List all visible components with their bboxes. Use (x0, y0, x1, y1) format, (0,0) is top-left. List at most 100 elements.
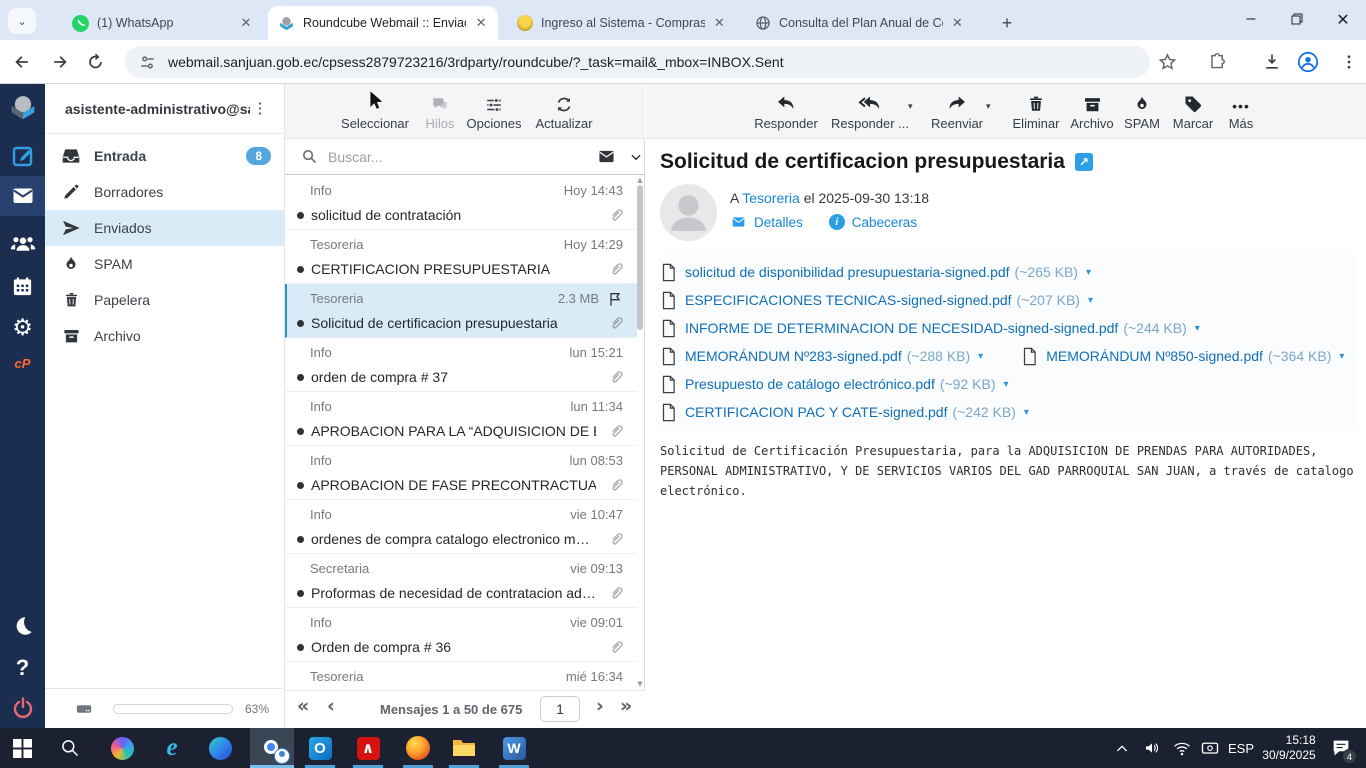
back-button[interactable] (12, 52, 32, 72)
attachment-menu-icon[interactable]: ▾ (1088, 295, 1093, 306)
attachment-menu-icon[interactable]: ▾ (1339, 351, 1344, 362)
taskbar-search-button[interactable] (48, 728, 92, 768)
attachment-name[interactable]: CERTIFICACION PAC Y CATE-signed.pdf (685, 404, 947, 420)
refresh-button[interactable]: Actualizar (529, 90, 599, 131)
select-button[interactable]: Seleccionar (337, 90, 413, 131)
search-options-chevron-icon[interactable] (629, 150, 643, 164)
minimize-button[interactable]: – (1228, 0, 1274, 38)
first-page-button[interactable]: « (297, 695, 309, 717)
attachment-item[interactable]: MEMORÁNDUM Nº283-signed.pdf (~288 KB) ▾ (658, 347, 983, 366)
internet-explorer-button[interactable]: e (150, 728, 194, 768)
recipient-link[interactable]: Tesoreria (742, 190, 800, 206)
calendar-nav-button[interactable] (0, 266, 45, 306)
attachment-menu-icon[interactable]: ▾ (1003, 379, 1008, 390)
flag-icon[interactable] (607, 291, 623, 307)
list-item[interactable]: Info vie 09:01 Orden de compra # 36 (285, 608, 637, 662)
search-scope-mail-icon[interactable] (596, 148, 617, 165)
sidebar-item-entrada[interactable]: Entrada 8 (45, 138, 285, 174)
list-item-selected[interactable]: Tesoreria 2.3 MB Solicitud de certificaci… (285, 284, 637, 338)
word-button[interactable]: W (492, 728, 536, 768)
sidebar-item-enviados[interactable]: Enviados (45, 210, 285, 246)
forward-button[interactable] (50, 52, 70, 72)
more-button[interactable]: ••• Más (1218, 90, 1264, 131)
attachment-name[interactable]: MEMORÁNDUM Nº283-signed.pdf (685, 348, 902, 364)
tab-plan-anual[interactable]: Consulta del Plan Anual de Con ✕ (744, 6, 974, 40)
wifi-icon[interactable] (1168, 728, 1196, 768)
bookmark-star-icon[interactable] (1158, 52, 1177, 71)
account-header[interactable]: asistente-administrativo@sa… ⋮ (45, 84, 285, 134)
contacts-nav-button[interactable] (0, 224, 45, 264)
attachment-name[interactable]: Presupuesto de catálogo electrónico.pdf (685, 376, 935, 392)
prev-page-button[interactable]: ‹ (327, 695, 335, 717)
forward-caret-icon[interactable]: ▾ (986, 102, 991, 112)
profile-avatar[interactable] (1297, 51, 1319, 73)
reload-button[interactable] (86, 52, 105, 71)
close-icon[interactable]: ✕ (472, 14, 490, 32)
attachment-name[interactable]: INFORME DE DETERMINACION DE NECESIDAD-si… (685, 320, 1118, 336)
clock[interactable]: 15:18 30/9/2025 (1258, 728, 1320, 768)
extensions-icon[interactable] (1208, 52, 1227, 71)
sidebar-item-archivo[interactable]: Archivo (45, 318, 285, 354)
close-icon[interactable]: ✕ (949, 14, 966, 32)
file-explorer-button[interactable] (442, 728, 486, 768)
cpanel-logo[interactable]: cP (0, 348, 45, 378)
chrome-button[interactable] (250, 728, 294, 768)
attachment-item[interactable]: CERTIFICACION PAC Y CATE-signed.pdf (~24… (658, 403, 1029, 422)
mail-nav-button[interactable] (0, 176, 45, 216)
attachment-item[interactable]: Presupuesto de catálogo electrónico.pdf … (658, 375, 1009, 394)
attachment-item[interactable]: ESPECIFICACIONES TECNICAS-signed-signed.… (658, 291, 1093, 310)
attachment-item[interactable]: solicitud de disponibilidad presupuestar… (658, 263, 1091, 282)
outlook-button[interactable]: O (298, 728, 342, 768)
headers-link[interactable]: i Cabeceras (828, 214, 917, 230)
list-item[interactable]: Secretaria vie 09:13 Proformas de necesid… (285, 554, 637, 608)
list-item[interactable]: Tesoreria mié 16:34 (285, 662, 637, 690)
language-indicator[interactable]: ESP (1222, 728, 1260, 768)
list-item[interactable]: Info Hoy 14:43 solicitud de contratación (285, 176, 637, 230)
sidebar-item-spam[interactable]: SPAM (45, 246, 285, 282)
search-input[interactable] (328, 148, 558, 165)
page-number-input[interactable] (540, 696, 580, 722)
compose-button[interactable] (0, 136, 45, 176)
browser-menu-icon[interactable] (1340, 53, 1358, 71)
sidebar-item-borradores[interactable]: Borradores (45, 174, 285, 210)
kebab-menu-icon[interactable]: ⋮ (250, 101, 270, 116)
attachment-menu-icon[interactable]: ▾ (1195, 323, 1200, 334)
options-button[interactable]: Opciones (463, 90, 525, 131)
next-page-button[interactable]: › (596, 695, 604, 717)
scroll-up-icon[interactable]: ▲ (636, 176, 644, 184)
tab-whatsapp[interactable]: (1) WhatsApp ✕ (62, 6, 262, 40)
display-icon[interactable] (1196, 728, 1224, 768)
attachment-item[interactable]: MEMORÁNDUM Nº850-signed.pdf (~364 KB) ▾ (1019, 347, 1344, 366)
attachment-menu-icon[interactable]: ▾ (1086, 267, 1091, 278)
restore-button[interactable] (1274, 0, 1320, 38)
reply-all-caret-icon[interactable]: ▾ (908, 102, 913, 112)
threads-button[interactable]: Hilos (418, 90, 462, 131)
list-item[interactable]: Info lun 11:34 APROBACION PARA LA “ADQUIS… (285, 392, 637, 446)
sidebar-item-papelera[interactable]: Papelera (45, 282, 285, 318)
volume-icon[interactable] (1138, 728, 1166, 768)
scroll-down-icon[interactable]: ▼ (636, 680, 644, 688)
notifications-button[interactable]: 4 (1322, 728, 1360, 768)
forward-button[interactable]: Reenviar (921, 90, 993, 131)
attachment-name[interactable]: solicitud de disponibilidad presupuestar… (685, 264, 1010, 280)
tray-expand-button[interactable] (1108, 728, 1136, 768)
dark-mode-button[interactable] (0, 606, 45, 646)
tab-compras[interactable]: Ingreso al Sistema - Compras P ✕ (506, 6, 736, 40)
last-page-button[interactable]: » (620, 695, 632, 717)
spam-button[interactable]: SPAM (1116, 90, 1168, 131)
acrobat-button[interactable]: ∧ (346, 728, 390, 768)
list-item[interactable]: Info lun 15:21 orden de compra # 37 (285, 338, 637, 392)
site-settings-icon[interactable] (139, 54, 156, 71)
reply-all-button[interactable]: Responder ... (824, 90, 916, 131)
logout-button[interactable] (0, 688, 45, 728)
reply-button[interactable]: Responder (746, 90, 826, 131)
attachment-name[interactable]: ESPECIFICACIONES TECNICAS-signed-signed.… (685, 292, 1012, 308)
list-item[interactable]: Info lun 08:53 APROBACION DE FASE PRECONT… (285, 446, 637, 500)
attachment-item[interactable]: INFORME DE DETERMINACION DE NECESIDAD-si… (658, 319, 1200, 338)
new-tab-button[interactable]: + (994, 10, 1020, 36)
tab-search-button[interactable]: ⌄ (8, 8, 36, 34)
list-item[interactable]: Tesoreria Hoy 14:29 CERTIFICACION PRESUPU… (285, 230, 637, 284)
mark-button[interactable]: Marcar (1163, 90, 1223, 131)
archive-button[interactable]: Archivo (1061, 90, 1123, 131)
list-item[interactable]: Info vie 10:47 ordenes de compra catalogo… (285, 500, 637, 554)
